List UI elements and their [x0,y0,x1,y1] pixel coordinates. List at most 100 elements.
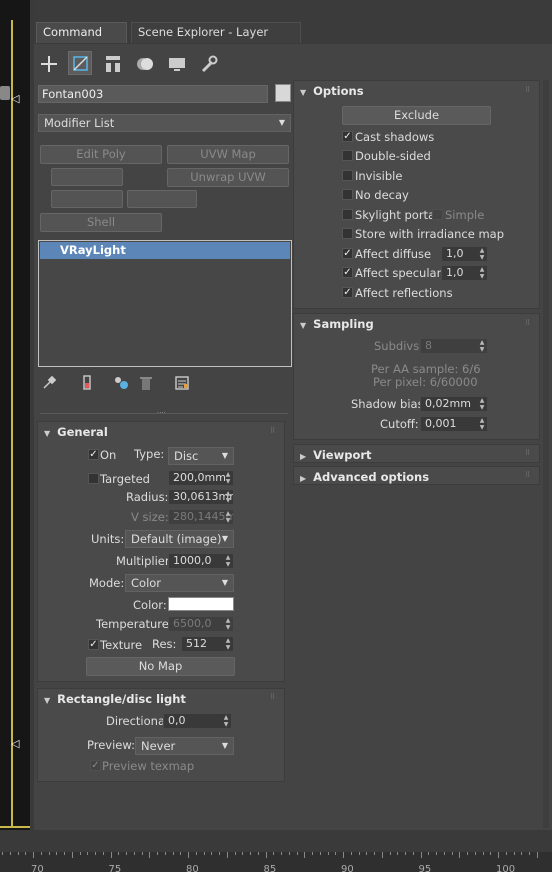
ruler-tick [141,852,143,855]
empty-modifier-button[interactable] [127,190,197,208]
spinner-arrows-icon[interactable]: ▲ ▼ [224,637,232,651]
rollout-grip-icon[interactable]: ⠿ [525,86,531,94]
spinner-arrows-icon[interactable]: ▲ ▼ [478,397,486,411]
viewport-strip[interactable] [0,0,30,830]
spinner-arrows-icon[interactable]: ▲ ▼ [478,339,486,353]
invisible-checkbox[interactable] [342,170,353,181]
res-spinner[interactable]: 512 ▲ ▼ [181,636,234,652]
mode-dropdown[interactable]: Color ▼ [125,574,234,592]
rectangle-disc-light-header[interactable]: ▼ Rectangle/disc light [44,692,186,706]
resize-grip[interactable]: .... [157,407,166,415]
rollout-grip-icon[interactable]: ⠿ [270,427,276,435]
modify-tab-icon[interactable] [68,51,92,75]
hierarchy-tab-icon[interactable] [101,52,125,76]
show-end-result-icon[interactable] [78,374,96,392]
uvw-map-button[interactable]: UVW Map [167,145,289,164]
modifier-list-dropdown[interactable]: Modifier List ▼ [38,114,291,132]
viewport-header[interactable]: ▶ Viewport [300,448,372,462]
options-header[interactable]: ▼ Options [300,84,364,98]
ruler-tick [2,852,3,855]
rollout-grip-icon[interactable]: ⠿ [525,319,531,327]
configure-modifier-sets-icon[interactable] [173,374,191,392]
utilities-tab-icon[interactable] [197,52,221,76]
rollout-grip-icon[interactable]: ⠿ [270,693,276,701]
remove-modifier-icon[interactable] [137,374,155,392]
ruler-tick [118,852,120,855]
spinner-arrows-icon[interactable]: ▲ ▼ [478,417,486,431]
object-color-swatch[interactable] [275,84,291,102]
exclude-button[interactable]: Exclude [342,106,491,125]
tab-command-panel[interactable]: Command Panel [36,22,127,57]
cast-shadows-label: Cast shadows [355,130,435,144]
skylight-portal-checkbox[interactable] [342,209,353,220]
display-tab-icon[interactable] [165,52,189,76]
ruler-tick [327,852,329,855]
on-checkbox[interactable]: ✓ [88,449,99,460]
radius-spinner[interactable]: 30,0613mm ▲ ▼ [168,489,234,505]
track-arrow-icon[interactable]: ◁ [11,737,19,750]
make-unique-icon[interactable] [112,374,130,392]
spinner-arrows-icon[interactable]: ▲ ▼ [224,471,232,485]
no-map-button[interactable]: No Map [86,657,235,676]
res-label: Res: [152,637,177,651]
stack-item-vraylight[interactable]: VRayLight [40,242,290,259]
targeted-checkbox[interactable] [88,473,99,484]
shell-button[interactable]: Shell [40,213,162,232]
ruler-tick-label: 80 [186,864,199,872]
empty-modifier-button[interactable] [51,168,123,186]
multiplier-label: Multiplier: [116,554,174,568]
no-decay-checkbox[interactable] [342,189,353,200]
affect-specular-spinner[interactable]: 1,0 ▲ ▼ [441,265,488,281]
spinner-arrows-icon[interactable]: ▲ ▼ [222,714,230,728]
general-rollout-header[interactable]: ▼ General [44,425,108,439]
shadow-bias-spinner[interactable]: 0,02mm ▲ ▼ [420,396,488,412]
ruler-tick [412,852,414,855]
sampling-header[interactable]: ▼ Sampling [300,317,374,331]
tab-scene-explorer[interactable]: Scene Explorer - Layer Explorer [131,22,301,57]
store-irradiance-checkbox[interactable] [342,228,353,239]
modifier-stack[interactable] [38,240,292,367]
preview-dropdown[interactable]: Never ▼ [135,737,234,755]
multiplier-spinner[interactable]: 1000,0 ▲ ▼ [168,553,234,569]
ruler-tick-label: 90 [341,864,354,872]
spinner-arrows-icon[interactable]: ▲ ▼ [224,617,232,631]
ruler-tick [536,852,538,858]
double-sided-checkbox[interactable] [342,150,353,161]
cutoff-spinner[interactable]: 0,001 ▲ ▼ [420,416,488,432]
affect-specular-checkbox[interactable]: ✓ [342,267,353,278]
units-dropdown[interactable]: Default (image) ▼ [125,530,234,548]
directional-spinner[interactable]: 0,0 ▲ ▼ [163,713,232,729]
affect-reflections-checkbox[interactable]: ✓ [342,287,353,298]
panel-scrollbar[interactable] [543,80,549,828]
type-dropdown[interactable]: Disc ▼ [168,447,234,465]
spinner-arrows-icon[interactable]: ▲ ▼ [478,247,486,261]
create-tab-icon[interactable] [37,52,61,76]
rollout-grip-icon[interactable]: ⠿ [525,471,531,479]
affect-diffuse-checkbox[interactable]: ✓ [342,248,353,259]
track-arrow-icon[interactable]: ◁ [11,92,19,105]
motion-tab-icon[interactable] [133,52,157,76]
subdivs-spinner[interactable]: 8 ▲ ▼ [420,338,488,354]
preview-texmap-checkbox[interactable]: ✓ [90,760,101,771]
simple-checkbox[interactable] [432,209,443,220]
empty-modifier-button[interactable] [51,190,123,208]
spinner-arrows-icon[interactable]: ▲ ▼ [224,554,232,568]
ruler-tick [56,852,58,855]
temperature-spinner[interactable]: 6500,0 ▲ ▼ [168,616,234,632]
ruler-tick [436,852,437,855]
vsize-spinner[interactable]: 280,1445mm▲▼ [168,509,234,525]
targeted-distance-spinner[interactable]: 200,0mm ▲ ▼ [168,470,234,486]
edit-poly-button[interactable]: Edit Poly [40,145,162,164]
pin-stack-icon[interactable] [40,374,58,392]
spinner-arrows-icon[interactable]: ▲ ▼ [224,510,232,524]
spinner-arrows-icon[interactable]: ▲ ▼ [478,266,486,280]
cast-shadows-checkbox[interactable]: ✓ [342,131,353,142]
object-name-field[interactable]: Fontan003 [38,85,268,103]
rollout-grip-icon[interactable]: ⠿ [525,449,531,457]
spinner-arrows-icon[interactable]: ▲ ▼ [224,490,232,504]
affect-diffuse-spinner[interactable]: 1,0 ▲ ▼ [441,246,488,262]
unwrap-uvw-button[interactable]: Unwrap UVW [167,168,289,187]
advanced-options-header[interactable]: ▶ Advanced options [300,470,429,484]
color-swatch[interactable] [168,597,234,611]
texture-checkbox[interactable]: ✓ [88,639,99,650]
